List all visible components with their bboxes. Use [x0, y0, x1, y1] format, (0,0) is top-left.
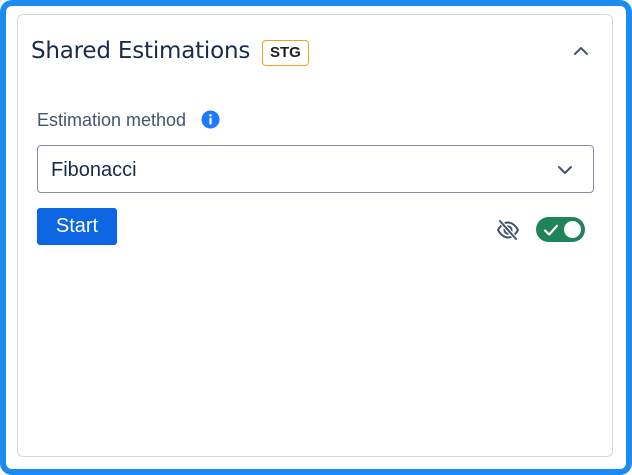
chevron-down-icon — [558, 166, 572, 174]
eye-off-icon[interactable] — [495, 217, 521, 243]
collapse-button[interactable] — [568, 38, 594, 64]
environment-badge: STG — [262, 40, 309, 66]
start-button[interactable]: Start — [37, 208, 117, 245]
chevron-up-icon — [574, 47, 588, 55]
estimation-method-value: Fibonacci — [51, 159, 137, 181]
check-icon — [543, 224, 559, 236]
info-icon[interactable] — [201, 110, 220, 129]
feature-toggle[interactable] — [536, 217, 585, 242]
estimation-method-label: Estimation method — [37, 110, 187, 130]
toggle-knob — [564, 221, 581, 238]
estimation-method-select[interactable]: Fibonacci — [37, 145, 594, 193]
panel-title: Shared Estimations — [31, 38, 251, 64]
